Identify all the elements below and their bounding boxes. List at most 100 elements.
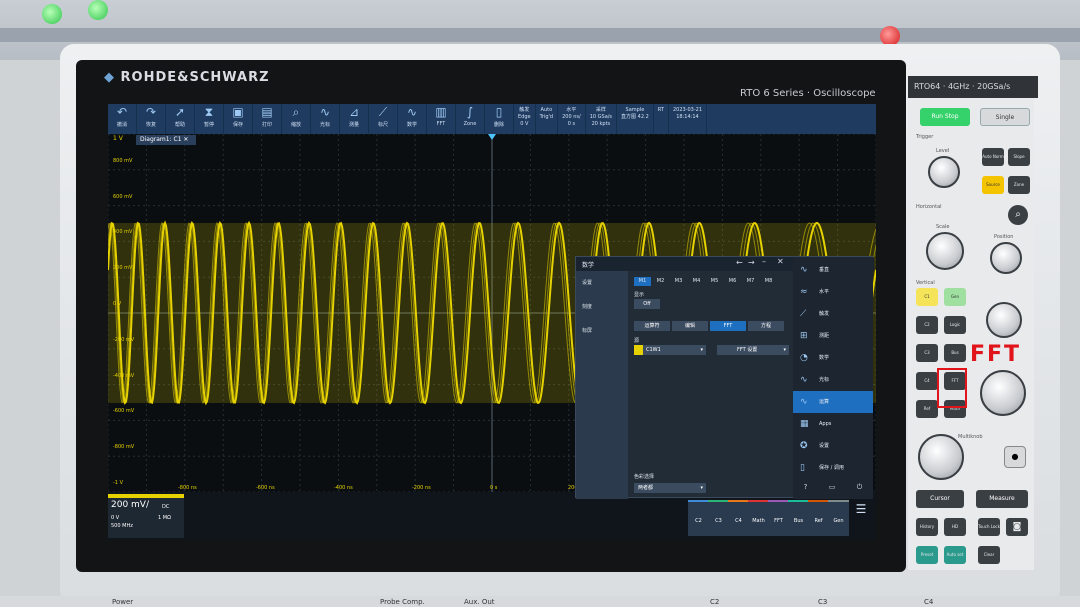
clear-button[interactable]: Clear <box>978 546 1000 564</box>
mode-tab-1[interactable]: 编辑 <box>672 321 708 331</box>
trigger-level-knob[interactable] <box>928 156 960 188</box>
toolbar-button-5[interactable]: ▤ 打印 <box>253 104 282 134</box>
bottom-button-fft[interactable]: FFT <box>768 500 789 536</box>
power-icon[interactable]: ⏻ <box>857 483 863 497</box>
dialog-side-item[interactable]: 刻度 <box>582 303 592 310</box>
toolbar-button-6[interactable]: ⌕ 缩放 <box>282 104 311 134</box>
toolbar-button-3[interactable]: ⧗ 暂停 <box>195 104 224 134</box>
mode-tab-3[interactable]: 方程 <box>748 321 784 331</box>
forward-arrow-icon[interactable]: → <box>748 258 755 267</box>
toolbar-button-0[interactable]: ↶ 撤消 <box>108 104 137 134</box>
channel-button-c3[interactable]: C3 <box>916 344 938 362</box>
menu-item-5[interactable]: ∿ 光标 <box>793 369 873 391</box>
touch-lock-button[interactable]: Touch Lock <box>978 518 1000 536</box>
autoset-button[interactable]: Auto set <box>944 546 966 564</box>
channel-button-ref[interactable]: Ref <box>916 400 938 418</box>
bus-button[interactable]: Bus <box>944 344 966 362</box>
status-cell[interactable]: Sample 直方图 42.2 <box>617 104 654 134</box>
status-cell[interactable]: 触发 Edge 0 V <box>514 104 536 134</box>
menu-item-3[interactable]: ⊞ 测距 <box>793 325 873 347</box>
auto-norm-button[interactable]: Auto Norm <box>982 148 1004 166</box>
status-cell[interactable]: RT <box>654 104 669 134</box>
menu-icon[interactable]: ☰ <box>850 502 872 536</box>
source-select[interactable]: C1W1 ▾ <box>634 345 706 355</box>
mode-tab-2[interactable]: FFT <box>710 321 746 331</box>
monitor-icon[interactable]: ▭ <box>829 483 836 497</box>
channel-c1-panel[interactable]: 200 mV/ DC 0 V 1 MΩ 500 MHz <box>108 494 184 538</box>
status-cell[interactable]: Auto Trig'd <box>536 104 559 134</box>
tab-m5[interactable]: M5 <box>706 277 723 286</box>
tab-m8[interactable]: M8 <box>760 277 777 286</box>
color-select[interactable]: 两者都 ▾ <box>634 483 706 493</box>
toolbar-button-10[interactable]: ∿ 数学 <box>398 104 427 134</box>
single-button[interactable]: Single <box>980 108 1030 126</box>
slope-button[interactable]: Slope <box>1008 148 1030 166</box>
display-toggle[interactable]: Off <box>634 299 660 309</box>
cursor-button[interactable]: Cursor <box>916 490 964 508</box>
camera-icon[interactable]: ◙ <box>1006 518 1028 536</box>
channel-button-c1[interactable]: C1 <box>916 288 938 306</box>
history-button[interactable]: History <box>916 518 938 536</box>
tab-m2[interactable]: M2 <box>652 277 669 286</box>
menu-item-4[interactable]: ◔ 数学 <box>793 347 873 369</box>
fft-settings-button[interactable]: FFT 设置 ▾ <box>717 345 789 355</box>
run-stop-button[interactable]: Run Stop <box>920 108 970 126</box>
tab-m1[interactable]: M1 <box>634 277 651 286</box>
status-cell[interactable]: 水平 200 ns/0 s <box>558 104 586 134</box>
toolbar-button-8[interactable]: ⊿ 测量 <box>340 104 369 134</box>
vertical-position-knob[interactable] <box>986 302 1022 338</box>
bottom-button-math[interactable]: Math <box>748 500 769 536</box>
toolbar-button-4[interactable]: ▣ 保存 <box>224 104 253 134</box>
menu-item-7[interactable]: ▦ Apps <box>793 413 873 435</box>
tab-m7[interactable]: M7 <box>742 277 759 286</box>
toolbar-button-11[interactable]: ▥ FFT <box>427 104 456 134</box>
dialog-side-item[interactable]: 设置 <box>582 279 592 286</box>
bottom-button-c3[interactable]: C3 <box>708 500 729 536</box>
minimize-icon[interactable]: – <box>762 257 766 266</box>
horizontal-scale-knob[interactable] <box>926 232 964 270</box>
menu-item-2[interactable]: ⟋ 触发 <box>793 303 873 325</box>
tab-m3[interactable]: M3 <box>670 277 687 286</box>
toolbar-button-13[interactable]: ▯ 删除 <box>485 104 514 134</box>
menu-item-0[interactable]: ∿ 垂直 <box>793 259 873 281</box>
channel-button-c4[interactable]: C4 <box>916 372 938 390</box>
bottom-button-ref[interactable]: Ref <box>808 500 829 536</box>
help-icon[interactable]: ? <box>804 483 808 497</box>
cursor-icon: ∿ <box>319 105 331 119</box>
toolbar-button-9[interactable]: ⟋ 标尺 <box>369 104 398 134</box>
menu-item-1[interactable]: ≈ 水平 <box>793 281 873 303</box>
status-cell[interactable]: 采样 10 GSa/s 20 kpts <box>586 104 618 134</box>
bottom-button-c4[interactable]: C4 <box>728 500 749 536</box>
zone-button[interactable]: Zone <box>1008 176 1030 194</box>
toolbar-button-12[interactable]: ∫ Zone <box>456 104 485 134</box>
dialog-side-item[interactable]: 标屏 <box>582 327 592 334</box>
mode-tab-0[interactable]: 运算符 <box>634 321 670 331</box>
channel-button-c2[interactable]: C2 <box>916 316 938 334</box>
bottom-button-c2[interactable]: C2 <box>688 500 709 536</box>
vertical-scale-knob[interactable] <box>980 370 1026 416</box>
bottom-button-gen[interactable]: Gen <box>828 500 849 536</box>
horizontal-position-knob[interactable] <box>990 242 1022 274</box>
back-arrow-icon[interactable]: ← <box>736 258 743 267</box>
toolbar-button-2[interactable]: ➚ 帮助 <box>166 104 195 134</box>
gen-button[interactable]: Gen <box>944 288 966 306</box>
zoom-icon[interactable]: ⌕ <box>1008 205 1028 225</box>
measure-button[interactable]: Measure <box>976 490 1028 508</box>
menu-item-9[interactable]: ▯ 保存 / 调用 <box>793 457 873 479</box>
preset-button[interactable]: Preset <box>916 546 938 564</box>
status-cell[interactable]: 2023-03-21 18:14:14 <box>669 104 708 134</box>
tab-m6[interactable]: M6 <box>724 277 741 286</box>
toolbar-button-1[interactable]: ↷ 恢复 <box>137 104 166 134</box>
multiknob[interactable] <box>918 434 964 480</box>
navigation-button[interactable]: ● <box>1004 446 1026 468</box>
tab-m4[interactable]: M4 <box>688 277 705 286</box>
bottom-button-bus[interactable]: Bus <box>788 500 809 536</box>
source-button[interactable]: Source <box>982 176 1004 194</box>
hd-button[interactable]: HD <box>944 518 966 536</box>
logic-button[interactable]: Logic <box>944 316 966 334</box>
diagram-tab[interactable]: Diagram1: C1 ✕ <box>136 135 196 145</box>
menu-item-8[interactable]: ✪ 设置 <box>793 435 873 457</box>
toolbar-button-7[interactable]: ∿ 光标 <box>311 104 340 134</box>
menu-item-6[interactable]: ∿ 运算 <box>793 391 873 413</box>
close-icon[interactable]: ✕ <box>777 257 784 266</box>
